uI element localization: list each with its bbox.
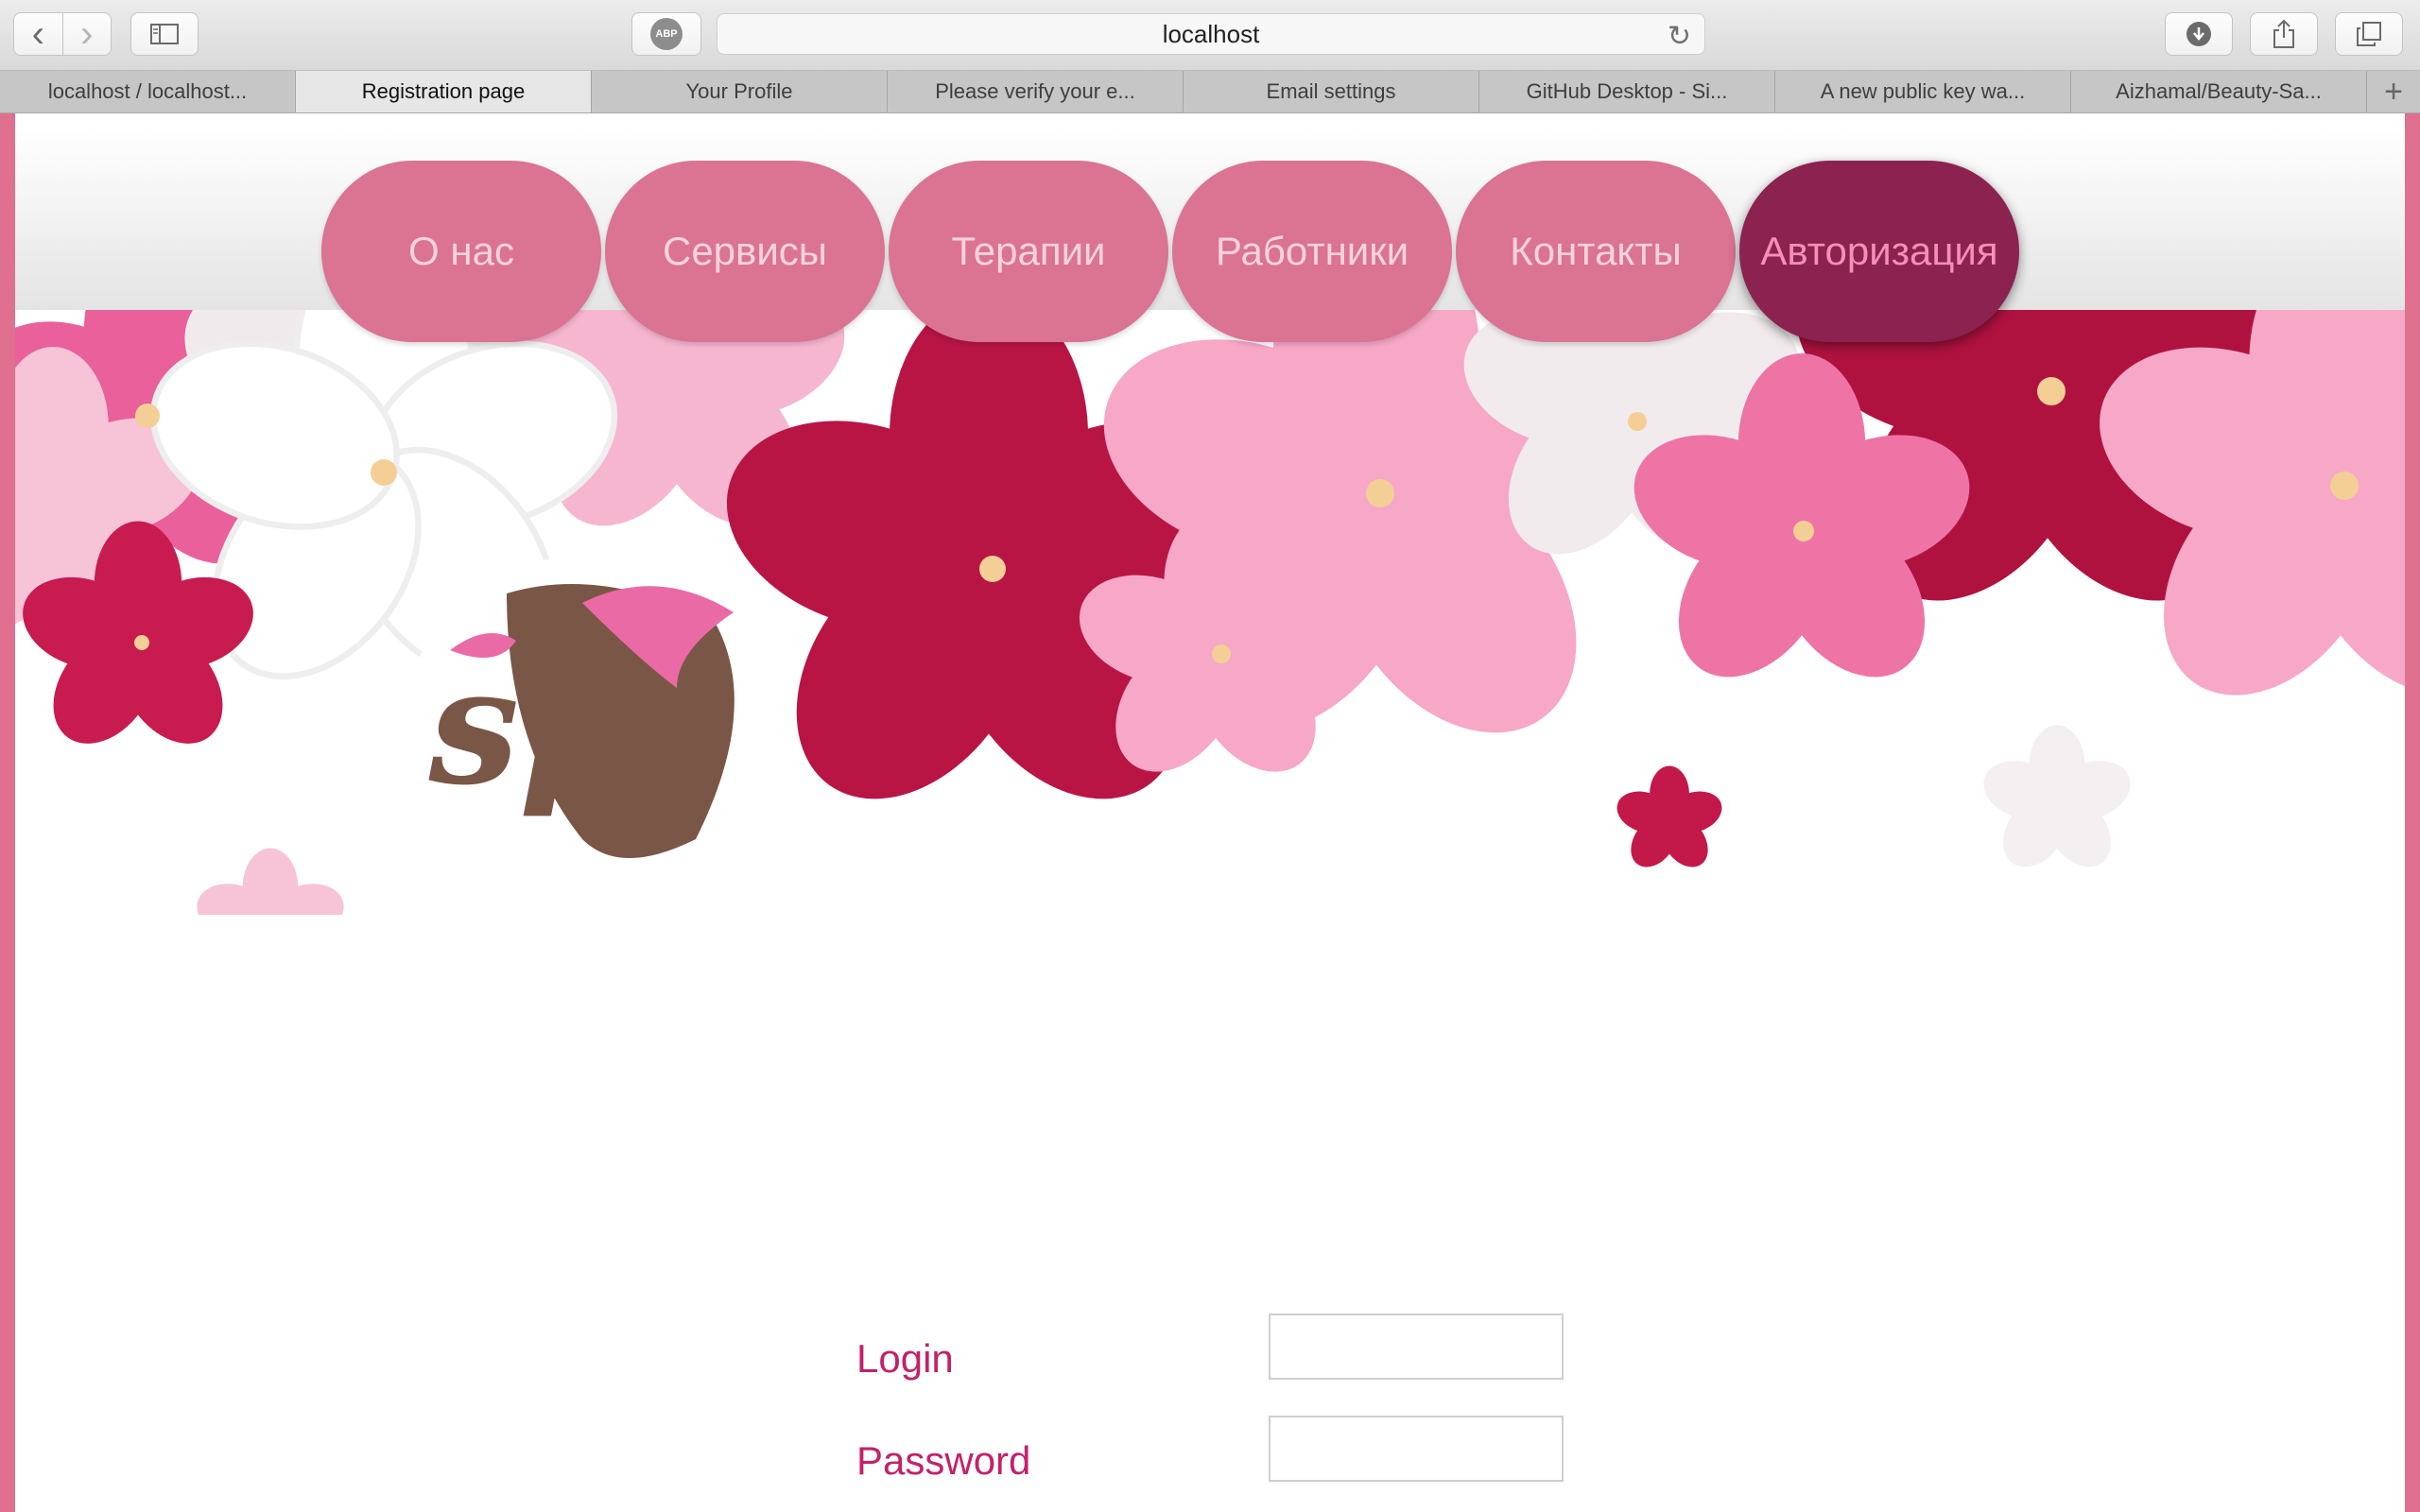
- nav-therapies[interactable]: Терапии: [889, 161, 1168, 342]
- tab-localhost[interactable]: localhost / localhost...: [0, 71, 296, 112]
- address-bar[interactable]: localhost ↻: [717, 13, 1705, 55]
- url-text: localhost: [1162, 19, 1260, 48]
- tabs-overview-icon[interactable]: [2335, 12, 2403, 56]
- nav-authorization[interactable]: Авторизация: [1739, 161, 2019, 342]
- nav-services[interactable]: Сервисы: [605, 161, 885, 342]
- nav-staff[interactable]: Работники: [1172, 161, 1452, 342]
- download-icon[interactable]: [2165, 12, 2233, 56]
- share-icon[interactable]: [2250, 12, 2318, 56]
- back-icon[interactable]: ‹: [14, 13, 62, 55]
- forward-icon[interactable]: ›: [61, 13, 112, 55]
- tab-verify-email[interactable]: Please verify your e...: [888, 71, 1184, 112]
- tab-public-key[interactable]: A new public key wa...: [1775, 71, 2071, 112]
- web-page: spa О нас Сервисы Терапии Работники Конт…: [15, 113, 2405, 1512]
- login-label: Login: [856, 1336, 954, 1381]
- tab-beauty-salon-repo[interactable]: Aizhamal/Beauty-Sa...: [2071, 71, 2367, 112]
- tab-bar: localhost / localhost... Registration pa…: [0, 71, 2420, 113]
- sidebar-icon[interactable]: [130, 12, 199, 56]
- tab-your-profile[interactable]: Your Profile: [592, 71, 888, 112]
- floral-banner: spa: [15, 310, 2405, 915]
- password-input[interactable]: [1269, 1416, 1564, 1482]
- adblock-button[interactable]: ABP: [631, 12, 701, 56]
- nav-contacts[interactable]: Контакты: [1456, 161, 1736, 342]
- tab-github-desktop[interactable]: GitHub Desktop - Si...: [1479, 71, 1775, 112]
- main-nav: О нас Сервисы Терапии Работники Контакты…: [321, 161, 2019, 342]
- tab-email-settings[interactable]: Email settings: [1184, 71, 1479, 112]
- tab-registration-page[interactable]: Registration page: [296, 71, 592, 112]
- adblock-icon: ABP: [650, 18, 683, 50]
- spa-logo-text: spa: [428, 632, 736, 821]
- history-nav: ‹ ›: [13, 12, 112, 56]
- browser-toolbar: ‹ › ABP localhost ↻: [0, 0, 2420, 71]
- reload-icon[interactable]: ↻: [1668, 20, 1691, 53]
- login-input[interactable]: [1269, 1314, 1564, 1380]
- new-tab-button[interactable]: +: [2367, 71, 2420, 112]
- password-label: Password: [856, 1438, 1031, 1483]
- nav-about[interactable]: О нас: [321, 161, 601, 342]
